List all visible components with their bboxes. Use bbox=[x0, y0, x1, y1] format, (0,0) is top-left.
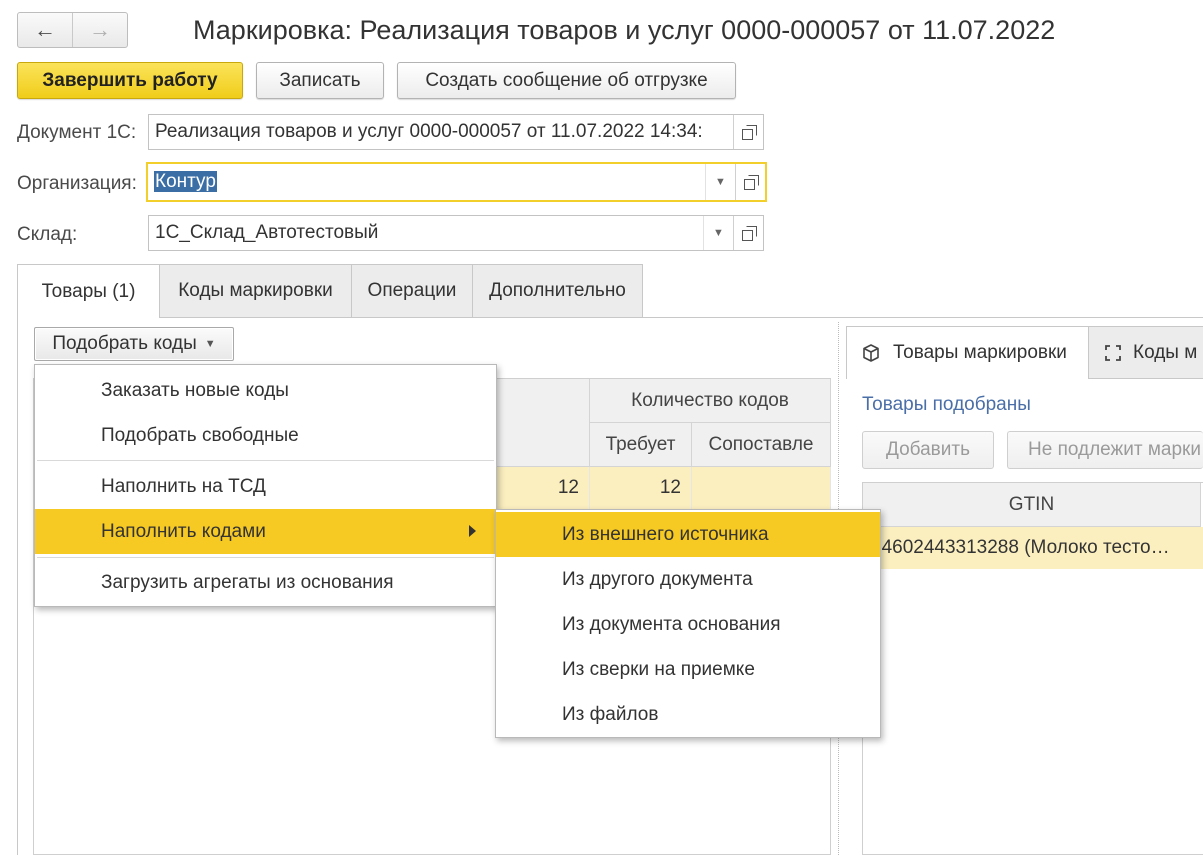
open-organization-button[interactable] bbox=[735, 164, 765, 200]
create-shipment-message-button[interactable]: Создать сообщение об отгрузке bbox=[397, 62, 736, 99]
tab-goods[interactable]: Товары (1) bbox=[17, 264, 160, 318]
warehouse-label: Склад: bbox=[17, 224, 78, 245]
chevron-down-icon[interactable]: ▼ bbox=[703, 216, 733, 250]
open-form-icon bbox=[741, 125, 757, 140]
submenu-item-other-document[interactable]: Из другого документа bbox=[496, 557, 880, 602]
forward-button[interactable]: → bbox=[73, 13, 127, 47]
warehouse-field[interactable]: 1С_Склад_Автотестовый ▼ bbox=[148, 215, 764, 251]
not-subject-button[interactable]: Не подлежит марки bbox=[1007, 431, 1203, 469]
matched-cell bbox=[692, 467, 831, 509]
open-form-icon bbox=[741, 226, 757, 241]
chevron-down-icon[interactable]: ▼ bbox=[705, 164, 735, 200]
menu-item-fill-tsd[interactable]: Наполнить на ТСД bbox=[35, 464, 496, 509]
tab-operations[interactable]: Операции bbox=[351, 264, 473, 317]
matched-header[interactable]: Сопоставле bbox=[692, 423, 831, 467]
submenu-item-files[interactable]: Из файлов bbox=[496, 692, 880, 737]
gtin-header[interactable]: GTIN bbox=[863, 483, 1201, 527]
menu-item-fill-with-codes-label: Наполнить кодами bbox=[101, 520, 266, 542]
nav-buttons: ← → bbox=[17, 12, 128, 48]
document-value: Реализация товаров и услуг 0000-000057 о… bbox=[155, 121, 703, 142]
gtin-table: GTIN 04602443313288 (Молоко тесто… bbox=[862, 482, 1203, 855]
tab-marked-goods[interactable]: Товары маркировки bbox=[846, 326, 1089, 379]
tab-marking-codes[interactable]: Коды маркировки bbox=[159, 264, 352, 317]
arrow-right-icon: → bbox=[89, 17, 111, 42]
tab-codes-m-label: Коды м bbox=[1133, 342, 1198, 363]
document-label: Документ 1С: bbox=[17, 122, 137, 143]
save-button[interactable]: Записать bbox=[256, 62, 384, 99]
organization-label: Организация: bbox=[17, 173, 137, 194]
tab-additional[interactable]: Дополнительно bbox=[472, 264, 643, 317]
pick-codes-button[interactable]: Подобрать коды ▼ bbox=[34, 327, 234, 361]
open-form-icon bbox=[743, 175, 759, 190]
menu-item-order-new-codes[interactable]: Заказать новые коды bbox=[35, 368, 496, 413]
organization-field[interactable]: Контур ▼ bbox=[146, 162, 767, 202]
warehouse-value: 1С_Склад_Автотестовый bbox=[155, 222, 379, 243]
add-button[interactable]: Добавить bbox=[862, 431, 994, 469]
submenu-item-acceptance-reconciliation[interactable]: Из сверки на приемке bbox=[496, 647, 880, 692]
menu-separator bbox=[37, 557, 494, 558]
tab-codes-m[interactable]: Коды м bbox=[1088, 326, 1203, 379]
tab-marked-goods-label: Товары маркировки bbox=[893, 342, 1067, 363]
required-header[interactable]: Требует bbox=[590, 423, 692, 467]
open-warehouse-button[interactable] bbox=[733, 216, 763, 250]
pick-codes-menu: Заказать новые коды Подобрать свободные … bbox=[34, 364, 497, 607]
codes-count-header: Количество кодов bbox=[590, 379, 831, 423]
pick-codes-label: Подобрать коды bbox=[52, 333, 197, 354]
submenu-arrow-icon bbox=[469, 525, 476, 537]
back-button[interactable]: ← bbox=[18, 13, 73, 47]
chevron-down-icon: ▼ bbox=[204, 338, 216, 350]
open-document-button[interactable] bbox=[733, 115, 763, 149]
window-title: Маркировка: Реализация товаров и услуг 0… bbox=[193, 15, 1056, 45]
submenu-item-base-document[interactable]: Из документа основания bbox=[496, 602, 880, 647]
document-field[interactable]: Реализация товаров и услуг 0000-000057 о… bbox=[148, 114, 764, 150]
goods-picked-link[interactable]: Товары подобраны bbox=[862, 394, 1031, 416]
submenu-item-external-source[interactable]: Из внешнего источника bbox=[496, 512, 880, 557]
menu-item-load-aggregates[interactable]: Загрузить агрегаты из основания bbox=[35, 560, 496, 605]
table-row[interactable]: 04602443313288 (Молоко тесто… bbox=[863, 527, 1203, 569]
menu-separator bbox=[37, 460, 494, 461]
finish-work-button[interactable]: Завершить работу bbox=[17, 62, 243, 99]
required-cell: 12 bbox=[590, 467, 692, 509]
scan-frame-icon bbox=[1105, 345, 1121, 361]
fill-codes-submenu: Из внешнего источника Из другого докумен… bbox=[495, 509, 881, 738]
organization-value: Контур bbox=[154, 171, 217, 192]
arrow-left-icon: ← bbox=[34, 17, 56, 42]
menu-item-pick-free[interactable]: Подобрать свободные bbox=[35, 413, 496, 458]
qty-cell: 12 bbox=[494, 467, 590, 509]
box-icon bbox=[863, 344, 879, 362]
menu-item-fill-with-codes[interactable]: Наполнить кодами bbox=[35, 509, 496, 554]
